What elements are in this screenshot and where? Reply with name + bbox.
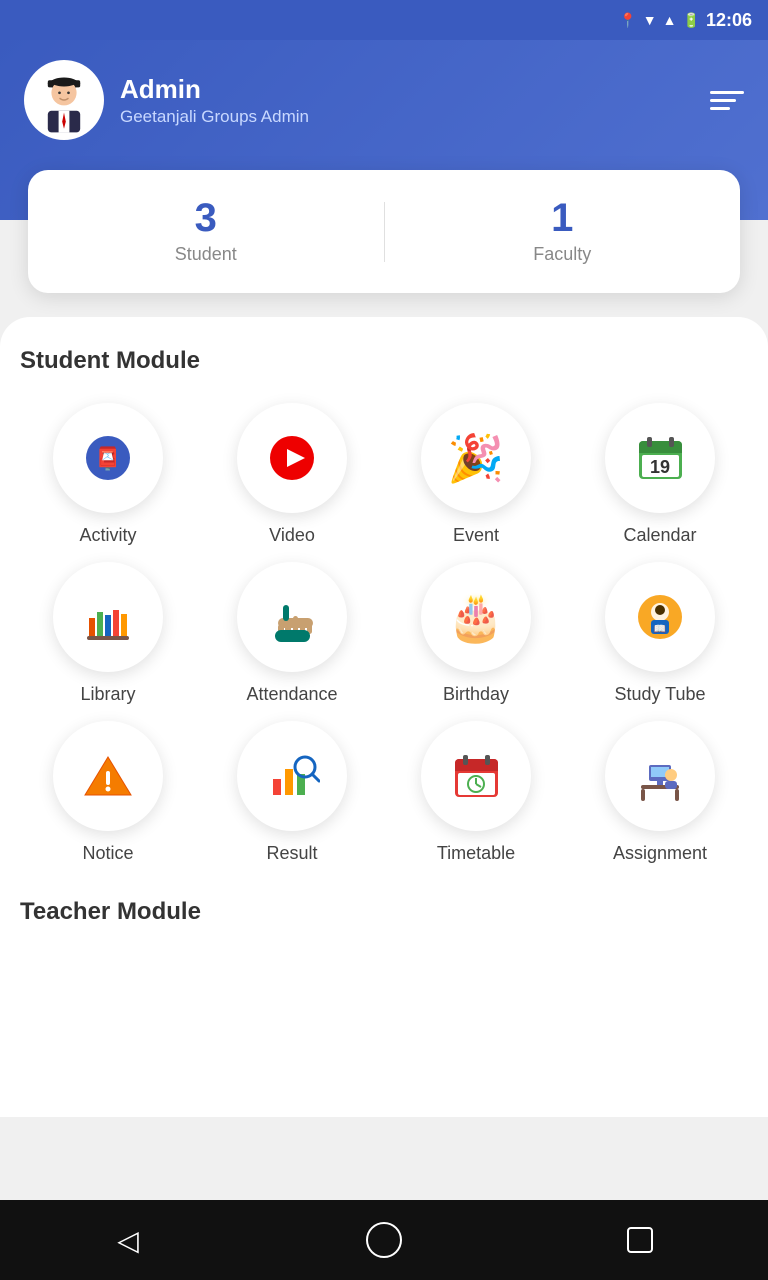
result-label: Result: [266, 843, 317, 864]
svg-text:📖: 📖: [653, 624, 665, 635]
avatar: [24, 60, 104, 140]
admin-subtitle: Geetanjali Groups Admin: [120, 107, 309, 127]
notice-label: Notice: [82, 843, 133, 864]
module-item-birthday[interactable]: 🎂 Birthday: [388, 562, 564, 705]
activity-label: Activity: [79, 525, 136, 546]
header-left: Admin Geetanjali Groups Admin: [24, 60, 309, 140]
header-text: Admin Geetanjali Groups Admin: [120, 74, 309, 127]
home-button[interactable]: [354, 1210, 414, 1270]
module-item-event[interactable]: 🎉 Event: [388, 403, 564, 546]
svg-text:19: 19: [649, 457, 669, 477]
recent-icon: [627, 1227, 653, 1253]
wifi-icon: ▼: [643, 12, 657, 28]
status-icons: 📍 ▼ ▲ 🔋 12:06: [619, 10, 752, 31]
svg-text:📮: 📮: [94, 446, 121, 471]
admin-name: Admin: [120, 74, 309, 105]
home-icon: [366, 1222, 402, 1258]
bottom-nav: ◁: [0, 1200, 768, 1280]
module-item-study-tube[interactable]: 📖 Study Tube: [572, 562, 748, 705]
attendance-icon-circle: [237, 562, 347, 672]
signal-icon: ▲: [663, 12, 677, 28]
module-item-library[interactable]: Library: [20, 562, 196, 705]
video-icon-circle: [237, 403, 347, 513]
result-icon-circle: [237, 721, 347, 831]
status-bar: 📍 ▼ ▲ 🔋 12:06: [0, 0, 768, 40]
module-item-assignment[interactable]: Assignment: [572, 721, 748, 864]
birthday-icon-circle: 🎂: [421, 562, 531, 672]
back-icon: ◁: [117, 1224, 139, 1257]
student-module-grid: 📮 Activity Video 🎉 Event: [20, 403, 748, 864]
faculty-label: Faculty: [385, 244, 741, 265]
hamburger-menu[interactable]: [710, 91, 744, 110]
student-label: Student: [28, 244, 384, 265]
attendance-label: Attendance: [246, 684, 337, 705]
module-item-video[interactable]: Video: [204, 403, 380, 546]
study-tube-icon-circle: 📖: [605, 562, 715, 672]
library-label: Library: [80, 684, 135, 705]
activity-icon-circle: 📮: [53, 403, 163, 513]
recent-button[interactable]: [610, 1210, 670, 1270]
notice-icon-circle: [53, 721, 163, 831]
clock: 12:06: [706, 10, 752, 31]
location-icon: 📍: [619, 12, 636, 29]
assignment-label: Assignment: [613, 843, 707, 864]
module-item-activity[interactable]: 📮 Activity: [20, 403, 196, 546]
timetable-label: Timetable: [437, 843, 515, 864]
teacher-section: Teacher Module: [20, 888, 748, 964]
module-item-attendance[interactable]: Attendance: [204, 562, 380, 705]
calendar-icon-circle: 19: [605, 403, 715, 513]
module-item-timetable[interactable]: Timetable: [388, 721, 564, 864]
study-tube-label: Study Tube: [614, 684, 705, 705]
faculty-count: 1: [385, 198, 741, 238]
module-item-notice[interactable]: Notice: [20, 721, 196, 864]
timetable-icon-circle: [421, 721, 531, 831]
student-stat[interactable]: 3 Student: [28, 198, 384, 265]
student-module-title: Student Module: [20, 347, 748, 375]
teacher-module-title: Teacher Module: [20, 898, 748, 926]
assignment-icon-circle: [605, 721, 715, 831]
student-count: 3: [28, 198, 384, 238]
event-label: Event: [453, 525, 499, 546]
main-content: Student Module 📮 Activity Video: [0, 317, 768, 1117]
battery-icon: 🔋: [683, 12, 700, 29]
faculty-stat[interactable]: 1 Faculty: [385, 198, 741, 265]
stats-card: 3 Student 1 Faculty: [28, 170, 740, 293]
event-icon-circle: 🎉: [421, 403, 531, 513]
library-icon-circle: [53, 562, 163, 672]
calendar-label: Calendar: [623, 525, 696, 546]
back-button[interactable]: ◁: [98, 1210, 158, 1270]
module-item-calendar[interactable]: 19 Calendar: [572, 403, 748, 546]
module-item-result[interactable]: Result: [204, 721, 380, 864]
video-label: Video: [269, 525, 315, 546]
birthday-label: Birthday: [443, 684, 509, 705]
